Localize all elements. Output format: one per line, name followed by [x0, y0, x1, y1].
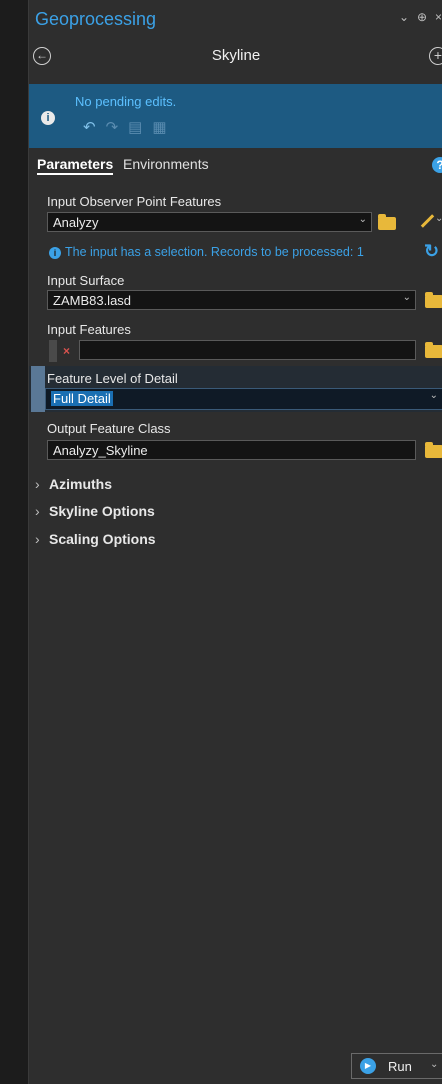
geoprocessing-pane: Geoprocessing ⌄ ⊕ × ← Skyline + i No pen…	[28, 0, 442, 1084]
pane-options-chevron-icon[interactable]: ⌄	[399, 10, 409, 24]
info-icon: i	[49, 247, 61, 259]
tab-environments[interactable]: Environments	[123, 156, 209, 172]
tool-header: ← Skyline +	[29, 44, 442, 74]
redo-icon[interactable]: ↷	[106, 118, 119, 136]
output-value: Analyzy_Skyline	[53, 443, 148, 458]
chevron-right-icon: ›	[35, 531, 40, 547]
pin-icon[interactable]: ⊕	[417, 10, 427, 24]
run-button[interactable]: ▶ Run ⌄	[351, 1053, 442, 1079]
surface-dropdown[interactable]: ZAMB83.lasd ⌄	[47, 290, 416, 310]
undo-icon[interactable]: ↶	[83, 118, 96, 136]
tool-title: Skyline	[211, 47, 261, 64]
info-icon: i	[41, 111, 55, 125]
section-skyline-options-label: Skyline Options	[49, 503, 155, 519]
observer-label: Input Observer Point Features	[47, 194, 222, 209]
pencil-icon[interactable]	[420, 214, 435, 228]
chevron-down-icon: ⌄	[358, 214, 367, 225]
add-icon[interactable]: +	[429, 47, 442, 65]
folder-icon[interactable]	[425, 342, 442, 358]
lod-label: Feature Level of Detail	[47, 371, 178, 386]
close-icon[interactable]: ×	[435, 10, 442, 24]
folder-icon[interactable]	[425, 292, 442, 308]
tab-bar: Parameters Environments ?	[29, 154, 442, 178]
tab-parameters[interactable]: Parameters	[37, 156, 114, 175]
discard-edits-icon[interactable]: ▦	[152, 118, 166, 136]
refresh-icon[interactable]: ↻	[424, 241, 439, 262]
chevron-down-icon[interactable]: ⌄	[430, 1059, 438, 1070]
section-scaling-options-label: Scaling Options	[49, 531, 156, 547]
pane-title: Geoprocessing	[35, 9, 157, 29]
edits-toolbar: ↶ ↷ ▤ ▦	[83, 118, 167, 136]
output-input[interactable]: Analyzy_Skyline	[47, 440, 416, 460]
surface-label: Input Surface	[47, 273, 125, 288]
chevron-down-icon: ⌄	[429, 390, 438, 401]
chevron-right-icon: ›	[35, 476, 40, 492]
section-skyline-options[interactable]: › Skyline Options	[35, 503, 155, 519]
surface-value: ZAMB83.lasd	[53, 293, 132, 308]
edits-message: No pending edits.	[75, 94, 177, 109]
section-azimuths[interactable]: › Azimuths	[35, 476, 112, 492]
observer-value: Analyzy	[53, 215, 99, 230]
play-icon: ▶	[360, 1058, 376, 1074]
section-scaling-options[interactable]: › Scaling Options	[35, 531, 156, 547]
features-label: Input Features	[47, 322, 131, 337]
run-label: Run	[388, 1059, 412, 1074]
lod-dropdown[interactable]: Full Detail ⌄	[45, 388, 442, 410]
features-input[interactable]	[79, 340, 416, 360]
save-edits-icon[interactable]: ▤	[128, 118, 142, 136]
lod-row-marker	[31, 366, 45, 412]
chevron-down-icon: ⌄	[402, 292, 411, 303]
selection-info-text: The input has a selection. Records to be…	[65, 245, 364, 259]
section-azimuths-label: Azimuths	[49, 476, 112, 492]
edits-banner: i No pending edits. ↶ ↷ ▤ ▦	[29, 84, 442, 148]
selection-info: i The input has a selection. Records to b…	[49, 245, 364, 259]
pencil-options-chevron-icon[interactable]: ⌄	[435, 213, 442, 224]
chevron-right-icon: ›	[35, 503, 40, 519]
row-grip[interactable]	[49, 340, 57, 362]
output-label: Output Feature Class	[47, 421, 171, 436]
observer-dropdown[interactable]: Analyzy ⌄	[47, 212, 372, 232]
remove-icon[interactable]: ×	[63, 344, 70, 358]
folder-icon[interactable]	[425, 442, 442, 458]
pane-titlebar: Geoprocessing ⌄ ⊕ ×	[29, 0, 442, 40]
folder-icon[interactable]	[378, 214, 396, 230]
lod-value: Full Detail	[51, 391, 113, 406]
help-icon[interactable]: ?	[432, 157, 442, 173]
